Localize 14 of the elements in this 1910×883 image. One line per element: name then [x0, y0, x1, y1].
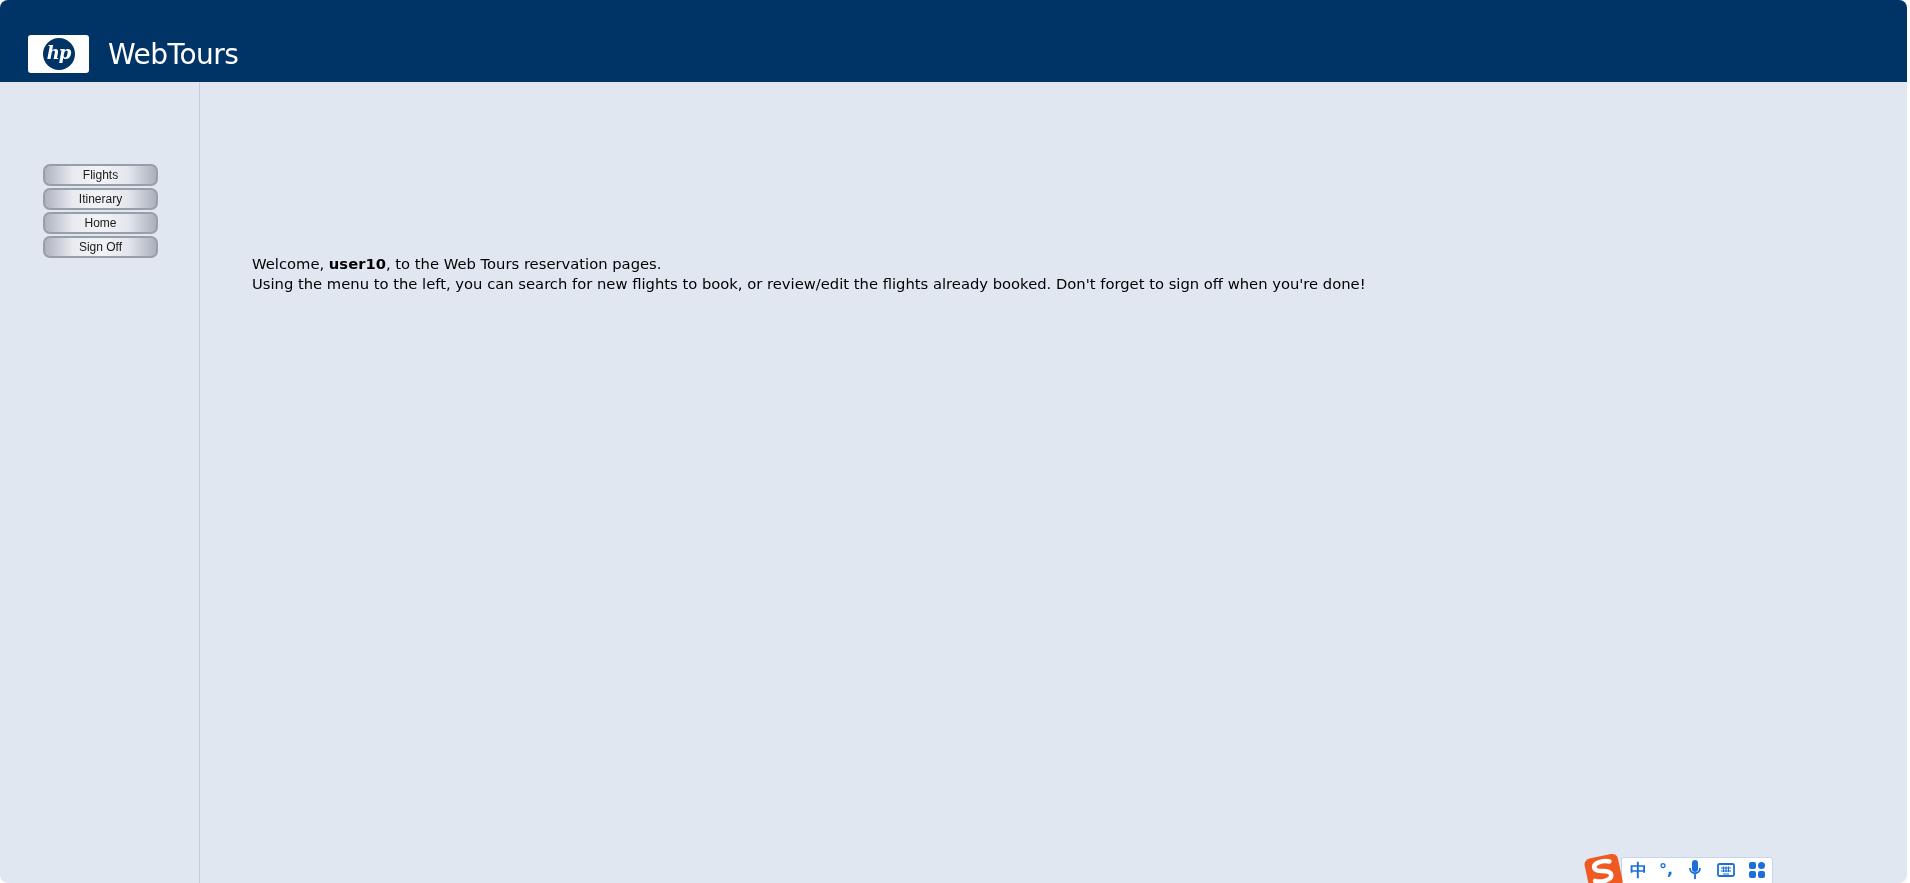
apps-grid-icon[interactable] [1749, 862, 1765, 878]
menu-button[interactable]: Sign Off [43, 236, 158, 258]
welcome-text: Welcome, user10, to the Web Tours reservation pages. [252, 254, 663, 274]
logo-mark: hp [42, 38, 75, 70]
menu-button[interactable]: Home [43, 212, 158, 234]
punctuation-toggle[interactable]: °, [1658, 859, 1673, 881]
keyboard-icon[interactable] [1717, 863, 1735, 877]
instructions-text: Using the menu to the left, you can search for new flights to book, or review/edit the flights already booked. Don't forget to sign off when you're done! [252, 274, 1367, 294]
menu-button[interactable]: Itinerary [43, 188, 158, 210]
ime-logo-icon[interactable] [1582, 853, 1623, 883]
microphone-icon[interactable] [1689, 860, 1701, 880]
site-title: WebTours [108, 38, 239, 72]
menu-button[interactable]: Flights [43, 164, 158, 186]
language-toggle[interactable]: 中 [1629, 859, 1647, 881]
